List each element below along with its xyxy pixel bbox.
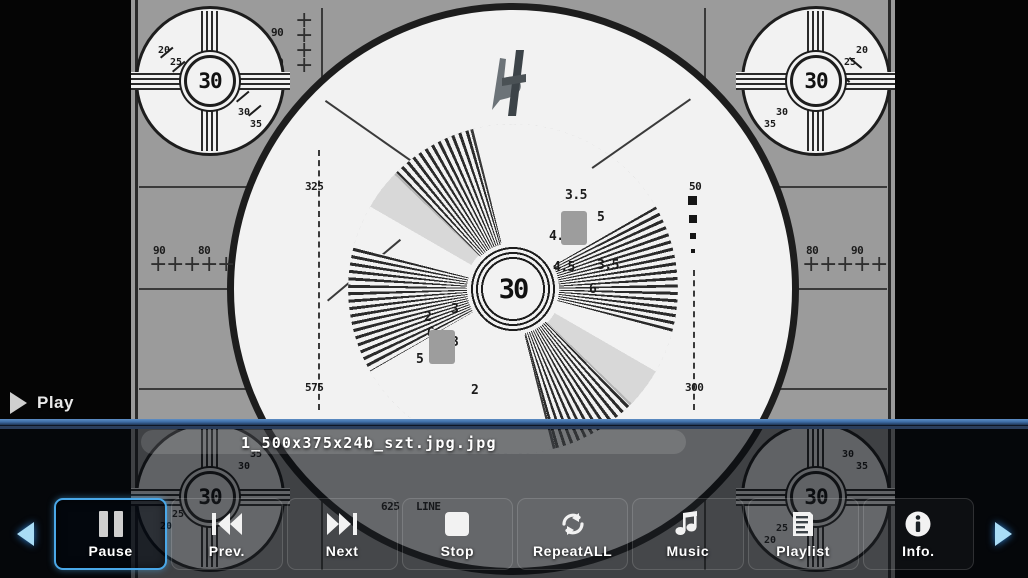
axis-label: 50 [689, 180, 702, 193]
frequency-label: 3.5 [565, 188, 587, 203]
stop-square-icon [445, 509, 470, 539]
wheel-label: 30 [198, 69, 222, 93]
dot-marker [691, 249, 695, 253]
frequency-label: 3.5 [597, 258, 619, 273]
play-triangle-icon [10, 392, 27, 414]
repeat-icon [558, 509, 588, 539]
info-button-label: Info. [902, 543, 935, 559]
axis-label: 575 [305, 381, 324, 394]
info-circle-icon [904, 509, 932, 539]
playlist-button-label: Playlist [776, 543, 831, 559]
music-button-label: Music [666, 543, 710, 559]
grey-patch [561, 211, 587, 245]
prev-button[interactable]: Prev. [171, 498, 283, 570]
wheel-tick: 30 [775, 107, 788, 118]
broadcaster-logo-icon [492, 50, 526, 116]
wheel-tick: 35 [250, 119, 263, 130]
prev-button-label: Prev. [208, 543, 245, 559]
pause-icon [98, 509, 123, 539]
filename-label: 1_500x375x24b_szt.jpg.jpg [241, 434, 497, 452]
corner-wheel-top-right: 20 25 30 35 30 [736, 6, 895, 156]
skip-forward-icon [325, 509, 359, 539]
info-button[interactable]: Info. [862, 498, 974, 570]
triangle-left-icon [16, 522, 34, 546]
media-viewer-stage: 325 575 50 300 625 LINE 90 80 + + + + + … [0, 0, 1028, 578]
music-button[interactable]: Music [632, 498, 744, 570]
stop-button-label: Stop [440, 543, 475, 559]
dot-marker [690, 233, 696, 239]
center-hub-label: 30 [485, 261, 541, 317]
frequency-label: 5 [416, 352, 424, 367]
overlay-accent-rule-2 [0, 426, 1028, 429]
frequency-label: 2 [471, 383, 479, 398]
tick-label: 90 [271, 26, 284, 39]
wheel-tick: 35 [763, 119, 776, 130]
playlist-button[interactable]: Playlist [747, 498, 859, 570]
toolbar-button-row: Pause Prev. Next Stop RepeatALL Music Pl… [50, 498, 978, 570]
filename-bar: 1_500x375x24b_szt.jpg.jpg [131, 430, 691, 456]
page-prev-button[interactable] [0, 490, 50, 578]
repeat-all-button-label: RepeatALL [532, 543, 613, 559]
pause-button-label: Pause [88, 543, 133, 559]
next-button-label: Next [325, 543, 359, 559]
stop-button[interactable]: Stop [401, 498, 513, 570]
axis-label: 300 [685, 381, 704, 394]
corner-wheel-top-left: 20 25 30 35 30 [131, 6, 290, 156]
frequency-label: 5 [597, 210, 605, 225]
pause-button[interactable]: Pause [54, 498, 168, 570]
wheel-label: 30 [804, 69, 828, 93]
wheel-tick: 20 [855, 45, 868, 56]
playback-status: Play [0, 385, 131, 421]
music-note-icon [675, 509, 701, 539]
playback-toolbar: Pause Prev. Next Stop RepeatALL Music Pl… [0, 490, 1028, 578]
playback-status-label: Play [37, 393, 74, 412]
frequency-label: 2 [424, 310, 432, 325]
grey-patch [429, 330, 455, 364]
dot-marker [689, 215, 697, 223]
frequency-label: 6 [589, 282, 597, 297]
skip-back-icon [210, 509, 244, 539]
frequency-label: 4.5 [553, 260, 575, 275]
center-hub: 30 [469, 245, 557, 333]
triangle-right-icon [994, 522, 1012, 546]
playlist-icon [790, 509, 816, 539]
page-next-button[interactable] [978, 490, 1028, 578]
dot-marker [688, 196, 697, 205]
axis-label: 325 [305, 180, 324, 193]
next-button[interactable]: Next [286, 498, 398, 570]
repeat-all-button[interactable]: RepeatALL [517, 498, 629, 570]
frequency-label: 3 [451, 302, 459, 317]
